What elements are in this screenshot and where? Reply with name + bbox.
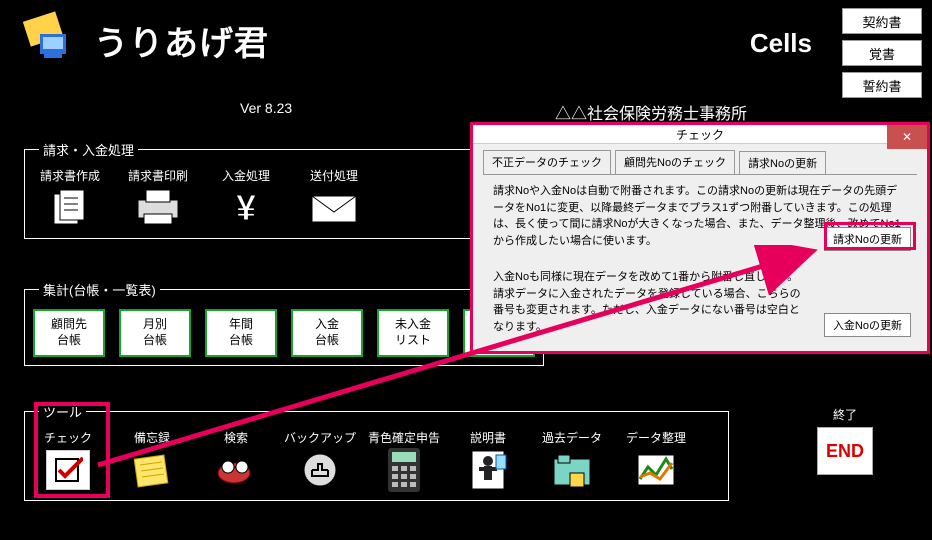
tool-item-3[interactable]: バックアップ [285, 431, 355, 492]
cleanup-icon [628, 448, 684, 492]
side-btn-pledge[interactable]: 誓約書 [842, 72, 922, 98]
office-name: △△社会保険労務士事務所 [555, 100, 747, 124]
group-ledger: 集計(台帳・一覧表) 顧問先台帳月別台帳年間台帳入金台帳未入金リスト報告 [24, 280, 544, 366]
app-logo-icon [20, 10, 80, 70]
end-label: 終了 [817, 406, 873, 423]
app-title: うりあげ君 [94, 16, 269, 65]
calculator-icon [376, 448, 432, 492]
tool-item-5[interactable]: 説明書 [453, 431, 523, 492]
manual-icon [460, 448, 516, 492]
billing-label: 送付処理 [310, 169, 358, 183]
printer-icon [130, 186, 186, 230]
btn-update-payment-no[interactable]: 入金Noの更新 [824, 313, 911, 337]
billing-item-send[interactable]: 送付処理 [297, 169, 371, 230]
dialog-tabs: 不正データのチェック 顧問先Noのチェック 請求Noの更新 [473, 144, 927, 174]
tool-label: 青色確定申告 [368, 431, 440, 445]
side-button-group: 契約書 覚書 誓約書 [842, 8, 922, 98]
group-tool-legend: ツール [39, 402, 86, 421]
tool-label: バックアップ [284, 431, 356, 445]
tool-label: 備忘録 [134, 431, 170, 445]
group-tool: ツール チェック 備忘録 検索 バックアップ青色確定申告 説明書 過去データ データ整理 [24, 402, 729, 501]
backup-icon [292, 448, 348, 492]
side-btn-memorandum[interactable]: 覚書 [842, 40, 922, 66]
documents-icon [42, 186, 98, 230]
tool-item-4[interactable]: 青色確定申告 [369, 431, 439, 492]
dialog-title-text: チェック [676, 126, 724, 143]
version-label: Ver 8.23 [240, 100, 292, 116]
svg-text:¥: ¥ [236, 187, 256, 228]
end-section: 終了 END [817, 406, 873, 475]
btn-update-invoice-no[interactable]: 請求Noの更新 [824, 227, 911, 251]
dialog-tab-2[interactable]: 請求Noの更新 [739, 151, 826, 175]
billing-label: 入金処理 [222, 169, 270, 183]
dialog-highlight-frame: チェック ✕ 不正データのチェック 顧問先Noのチェック 請求Noの更新 請求N… [470, 122, 930, 354]
tool-item-0[interactable]: チェック [33, 431, 103, 492]
billing-item-print[interactable]: 請求書印刷 [121, 169, 195, 230]
side-btn-contract[interactable]: 契約書 [842, 8, 922, 34]
envelope-icon [306, 186, 362, 230]
billing-label: 請求書印刷 [128, 169, 188, 183]
group-billing: 請求・入金処理 請求書作成 請求書印刷 入金処理 ¥ 送付処理 [24, 140, 496, 239]
search-icon [208, 448, 264, 492]
tool-label: データ整理 [626, 431, 686, 445]
dialog-body: 請求Noや入金Noは自動で附番されます。この請求Noの更新は現在データの先頭デー… [483, 174, 917, 343]
tool-label: 過去データ [542, 431, 602, 445]
dialog-tab-0[interactable]: 不正データのチェック [483, 150, 611, 174]
tool-label: チェック [44, 431, 92, 445]
brand-label: Cells [750, 28, 812, 59]
check-dialog: チェック ✕ 不正データのチェック 顧問先Noのチェック 請求Noの更新 請求N… [473, 125, 927, 351]
check-icon [40, 448, 96, 492]
tool-label: 検索 [224, 431, 248, 445]
billing-item-payment[interactable]: 入金処理 ¥ [209, 169, 283, 230]
tool-item-2[interactable]: 検索 [201, 431, 271, 492]
tool-item-7[interactable]: データ整理 [621, 431, 691, 492]
ledger-btn-0[interactable]: 顧問先台帳 [33, 309, 105, 357]
close-icon[interactable]: ✕ [887, 125, 927, 149]
tool-item-6[interactable]: 過去データ [537, 431, 607, 492]
ledger-btn-2[interactable]: 年間台帳 [205, 309, 277, 357]
ledger-btn-1[interactable]: 月別台帳 [119, 309, 191, 357]
tool-label: 説明書 [470, 431, 506, 445]
group-billing-legend: 請求・入金処理 [39, 140, 138, 159]
ledger-btn-4[interactable]: 未入金リスト [377, 309, 449, 357]
billing-item-create[interactable]: 請求書作成 [33, 169, 107, 230]
ledger-btn-3[interactable]: 入金台帳 [291, 309, 363, 357]
memo-icon [124, 448, 180, 492]
billing-label: 請求書作成 [40, 169, 100, 183]
dialog-titlebar: チェック ✕ [473, 125, 927, 144]
yen-icon: ¥ [218, 186, 274, 230]
archive-icon [544, 448, 600, 492]
tool-item-1[interactable]: 備忘録 [117, 431, 187, 492]
group-ledger-legend: 集計(台帳・一覧表) [39, 280, 160, 299]
dialog-tab-1[interactable]: 顧問先Noのチェック [615, 150, 735, 174]
end-button[interactable]: END [817, 427, 873, 475]
